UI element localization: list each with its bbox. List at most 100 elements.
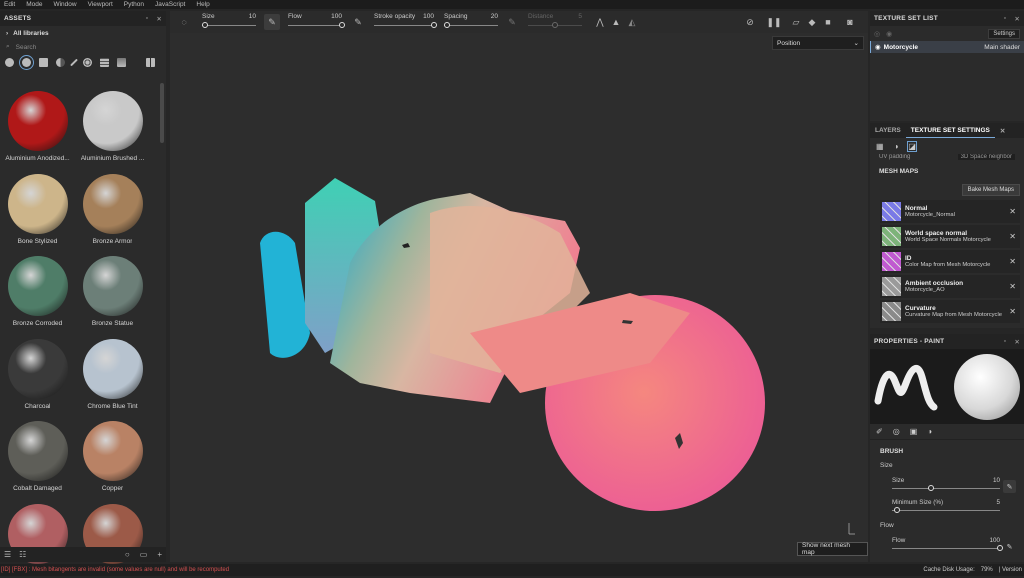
close-icon[interactable]: ✕ bbox=[156, 15, 162, 23]
filter-particles-icon[interactable] bbox=[83, 58, 92, 67]
brush-icon[interactable]: ✐ bbox=[876, 427, 883, 436]
remove-map-icon[interactable]: ✕ bbox=[1007, 207, 1018, 216]
list-icon[interactable]: ☷ bbox=[19, 550, 26, 559]
camera-view-icon[interactable]: ▱ bbox=[788, 14, 804, 30]
grid-view-icon[interactable] bbox=[146, 58, 155, 67]
mesh-map-row[interactable]: NormalMotorcycle_Normal✕ bbox=[880, 200, 1020, 223]
remove-map-icon[interactable]: ✕ bbox=[1007, 232, 1018, 241]
maximize-icon[interactable]: ▫ bbox=[146, 15, 149, 23]
brush-size-slider[interactable]: Size 10 ✎ bbox=[892, 474, 1000, 496]
asset-search-input[interactable]: ⌕ Search bbox=[0, 40, 166, 54]
uv-padding-select[interactable]: 3D Space neighbor bbox=[958, 154, 1015, 160]
pen-pressure-icon[interactable]: ✎ bbox=[264, 14, 280, 30]
filter-brushes-icon[interactable] bbox=[70, 58, 78, 66]
menu-item[interactable]: Edit bbox=[0, 1, 22, 8]
filter-materials-icon[interactable] bbox=[22, 58, 31, 67]
add-icon[interactable]: + bbox=[157, 550, 162, 559]
size-slider[interactable]: Size 10 bbox=[198, 11, 260, 33]
stroke-opacity-slider[interactable]: Stroke opacity 100 bbox=[370, 11, 438, 33]
mesh-map-row[interactable]: Ambient occlusionMotorcycle_AO✕ bbox=[880, 275, 1020, 298]
alpha-icon[interactable]: ◎ bbox=[893, 427, 900, 436]
filter-masks-icon[interactable] bbox=[56, 58, 65, 67]
maximize-icon[interactable]: ▫ bbox=[1004, 338, 1007, 346]
video-icon[interactable]: ■ bbox=[820, 14, 836, 30]
bake-mesh-maps-button[interactable]: Bake Mesh Maps bbox=[962, 184, 1020, 196]
brush-size-knob[interactable] bbox=[928, 485, 934, 491]
min-size-slider[interactable]: Minimum Size (%) 5 bbox=[892, 496, 1000, 518]
library-selector[interactable]: › All libraries bbox=[0, 26, 166, 40]
distance-slider[interactable]: Distance 5 bbox=[524, 11, 586, 33]
mesh-map-thumbnail[interactable] bbox=[882, 227, 901, 246]
menu-item[interactable]: Window bbox=[49, 1, 83, 8]
mesh-map-row[interactable]: World space normalWorld Space Normals Mo… bbox=[880, 225, 1020, 248]
symmetry-icon[interactable]: ⋀ bbox=[592, 14, 608, 30]
import-icon[interactable]: ☰ bbox=[4, 550, 11, 559]
asset-tile[interactable]: Aluminium Anodized... bbox=[0, 83, 75, 166]
folder-icon[interactable]: ▭ bbox=[140, 550, 148, 559]
close-icon[interactable]: ✕ bbox=[1014, 338, 1020, 346]
filter-textures-icon[interactable] bbox=[100, 58, 109, 67]
pause-icon[interactable]: ❚❚ bbox=[766, 14, 782, 30]
spacing-slider[interactable]: Spacing 20 bbox=[440, 11, 502, 33]
pen-icon[interactable]: ✎ bbox=[1003, 540, 1016, 553]
mesh-map-thumbnail[interactable] bbox=[882, 277, 901, 296]
close-icon[interactable]: ✕ bbox=[995, 127, 1010, 135]
shader-icon[interactable]: ◑ bbox=[894, 142, 899, 151]
brush-flow-slider[interactable]: Flow 100 ✎ bbox=[892, 534, 1000, 556]
mirror-off-icon[interactable]: ◭ bbox=[624, 14, 640, 30]
stencil-icon[interactable]: ▣ bbox=[910, 427, 918, 436]
tab-layers[interactable]: LAYERS bbox=[870, 127, 906, 134]
texture-set-row[interactable]: ◉ Motorcycle Main shader bbox=[870, 41, 1024, 53]
eye-icon[interactable]: ◉ bbox=[875, 43, 881, 51]
asset-tile[interactable]: Copper bbox=[75, 413, 150, 496]
asset-tile[interactable]: Chrome Blue Tint bbox=[75, 331, 150, 414]
flow-slider[interactable]: Flow 100 bbox=[284, 11, 346, 33]
assets-scrollbar[interactable] bbox=[160, 83, 164, 143]
remove-map-icon[interactable]: ✕ bbox=[1007, 282, 1018, 291]
pen-pressure-icon[interactable]: ✎ bbox=[1003, 480, 1016, 493]
lazy-mouse-icon[interactable]: ✎ bbox=[504, 14, 520, 30]
asset-tile[interactable]: Bronze Statue bbox=[75, 248, 150, 331]
pen-icon[interactable]: ✎ bbox=[350, 14, 366, 30]
mesh-map-row[interactable]: IDColor Map from Mesh Motorcycle✕ bbox=[880, 250, 1020, 273]
screenshot-icon[interactable]: ◙ bbox=[842, 14, 858, 30]
cube-icon[interactable]: ◆ bbox=[804, 14, 820, 30]
remove-map-icon[interactable]: ✕ bbox=[1007, 257, 1018, 266]
asset-tile[interactable]: Bone Stylized bbox=[0, 166, 75, 249]
asset-tile[interactable]: Aluminium Brushed ... bbox=[75, 83, 150, 166]
3d-viewport[interactable]: Position ⌄ Show next mesh map bbox=[170, 33, 868, 562]
maximize-icon[interactable]: ▫ bbox=[1004, 15, 1007, 23]
tab-texture-set-settings[interactable]: TEXTURE SET SETTINGS bbox=[906, 123, 995, 138]
menu-item[interactable]: JavaScript bbox=[151, 1, 192, 8]
menu-item[interactable]: Help bbox=[192, 1, 216, 8]
menu-item[interactable]: Viewport bbox=[84, 1, 120, 8]
remove-map-icon[interactable]: ✕ bbox=[1007, 307, 1018, 316]
mesh-map-thumbnail[interactable] bbox=[882, 302, 901, 321]
min-size-knob[interactable] bbox=[894, 507, 900, 513]
visibility-icon[interactable]: ◎ bbox=[874, 30, 880, 38]
brush-tip-icon[interactable]: ◌ bbox=[176, 14, 192, 30]
visibility-off-icon[interactable]: ⊘ bbox=[742, 14, 758, 30]
texture-set-shader[interactable]: Main shader bbox=[984, 44, 1020, 51]
distance-knob[interactable] bbox=[552, 22, 558, 28]
filter-environments-icon[interactable] bbox=[117, 58, 126, 67]
mirror-icon[interactable]: ▲ bbox=[608, 14, 624, 30]
asset-tile[interactable]: Charcoal bbox=[0, 331, 75, 414]
menu-item[interactable]: Python bbox=[120, 1, 151, 8]
settings-dropdown[interactable]: Settings bbox=[988, 29, 1020, 39]
solo-icon[interactable]: ◉ bbox=[886, 30, 892, 38]
refresh-icon[interactable]: ○ bbox=[125, 550, 130, 559]
menu-item[interactable]: Mode bbox=[22, 1, 49, 8]
flow-knob[interactable] bbox=[339, 22, 345, 28]
asset-tile[interactable]: Cobalt Damaged bbox=[0, 413, 75, 496]
mesh-map-thumbnail[interactable] bbox=[882, 202, 901, 221]
filter-all-icon[interactable] bbox=[5, 58, 14, 67]
uv-icon[interactable]: ◪ bbox=[908, 142, 916, 151]
viewport-mode-select[interactable]: Position ⌄ bbox=[772, 36, 864, 50]
mesh-map-thumbnail[interactable] bbox=[882, 252, 901, 271]
asset-tile[interactable]: Bronze Armor bbox=[75, 166, 150, 249]
spacing-knob[interactable] bbox=[444, 22, 450, 28]
mesh-map-row[interactable]: CurvatureCurvature Map from Mesh Motorcy… bbox=[880, 300, 1020, 323]
stroke-opacity-knob[interactable] bbox=[431, 22, 437, 28]
close-icon[interactable]: ✕ bbox=[1014, 15, 1020, 23]
